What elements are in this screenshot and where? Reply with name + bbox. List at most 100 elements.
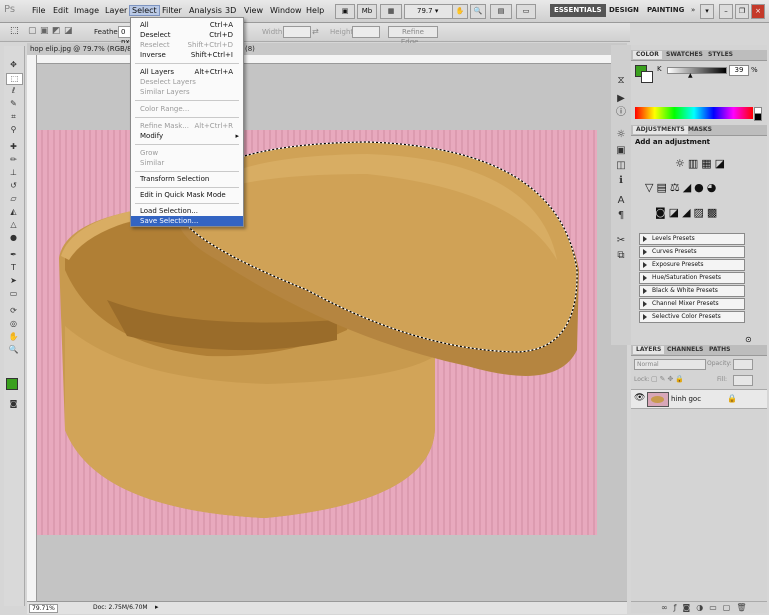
preset-curves[interactable]: Curves Presets bbox=[639, 246, 745, 258]
menu-item-deselect[interactable]: Deselect Ctrl+D bbox=[131, 30, 243, 40]
workspace-essentials[interactable]: ESSENTIALS bbox=[550, 4, 606, 17]
sun-icon[interactable]: ☼ bbox=[615, 129, 627, 141]
height-input[interactable] bbox=[352, 26, 380, 38]
adjustment-icons-row-1[interactable]: ☼▥▦◪ bbox=[675, 157, 728, 170]
character-panel-icon[interactable]: A bbox=[615, 195, 627, 207]
tab-adjustments[interactable]: ADJUSTMENTS bbox=[633, 126, 688, 134]
info-panel-icon[interactable]: ⓘ bbox=[615, 107, 627, 119]
workspace-painting[interactable]: PAINTING bbox=[643, 4, 688, 17]
black-swatch[interactable] bbox=[754, 113, 762, 121]
width-input[interactable] bbox=[283, 26, 311, 38]
opacity-input[interactable] bbox=[733, 359, 753, 370]
paint-bucket-tool-icon[interactable]: ◭ bbox=[6, 207, 21, 217]
history-brush-tool-icon[interactable]: ↺ bbox=[6, 181, 21, 191]
eyedropper-tool-icon[interactable]: ⚲ bbox=[6, 125, 21, 135]
zoom-tool-icon[interactable]: 🔍 bbox=[6, 345, 21, 355]
blur-tool-icon[interactable]: △ bbox=[6, 220, 21, 230]
channel-value-input[interactable]: 39 bbox=[729, 65, 749, 76]
menu-item-load-selection[interactable]: Load Selection... bbox=[131, 206, 243, 216]
status-menu-arrow-icon[interactable]: ▸ bbox=[155, 603, 159, 611]
arrange-documents-icon[interactable]: ▤ bbox=[490, 4, 512, 19]
swap-dimensions-icon[interactable]: ⇄ bbox=[312, 27, 319, 36]
menu-view[interactable]: View bbox=[242, 6, 265, 15]
document-image[interactable] bbox=[37, 130, 597, 535]
menu-layer[interactable]: Layer bbox=[103, 6, 129, 15]
mini-bridge-icon[interactable]: Mb bbox=[357, 4, 377, 19]
restore-icon[interactable]: ❐ bbox=[735, 4, 749, 19]
brush-tool-icon[interactable]: ✏ bbox=[6, 155, 21, 165]
pen-tool-icon[interactable]: ✒ bbox=[6, 250, 21, 260]
path-selection-tool-icon[interactable]: ➤ bbox=[6, 276, 21, 286]
lasso-tool-icon[interactable]: ℓ bbox=[6, 86, 21, 96]
marquee-tool-preset-icon[interactable]: ⬚ bbox=[10, 26, 19, 36]
workspace-design[interactable]: DESIGN bbox=[605, 4, 643, 17]
adjustment-icons-row-2[interactable]: ▽▤⚖◢●◕ bbox=[645, 181, 719, 194]
preset-selective-color[interactable]: Selective Color Presets bbox=[639, 311, 745, 323]
move-tool-icon[interactable]: ✥ bbox=[6, 60, 21, 70]
adjustment-icons-row-3[interactable]: ◙◪◢▨▩ bbox=[655, 206, 720, 219]
menu-window[interactable]: Window bbox=[268, 6, 304, 15]
menu-item-quick-mask[interactable]: Edit in Quick Mask Mode bbox=[131, 190, 243, 200]
blend-mode-select[interactable]: Normal bbox=[634, 359, 706, 370]
fill-input[interactable] bbox=[733, 375, 753, 386]
preset-black-white[interactable]: Black & White Presets bbox=[639, 285, 745, 297]
eraser-tool-icon[interactable]: ▱ bbox=[6, 194, 21, 204]
paragraph-panel-icon[interactable]: ¶ bbox=[615, 210, 627, 222]
menu-help[interactable]: Help bbox=[304, 6, 326, 15]
tool-presets-icon[interactable]: ✂ bbox=[615, 235, 627, 247]
menu-select[interactable]: Select bbox=[129, 5, 160, 16]
color-panel-background-swatch[interactable] bbox=[641, 71, 653, 83]
color-spectrum-ramp[interactable] bbox=[635, 107, 753, 119]
subtract-selection-icon[interactable]: ◩ bbox=[52, 26, 61, 36]
navigator-panel-icon[interactable]: ▣ bbox=[615, 145, 627, 157]
quick-selection-tool-icon[interactable]: ✎ bbox=[6, 99, 21, 109]
tab-color[interactable]: COLOR bbox=[633, 51, 662, 59]
foreground-color-swatch[interactable] bbox=[6, 378, 18, 390]
more-workspaces-icon[interactable]: » bbox=[687, 4, 699, 17]
view-extras-icon[interactable]: ▦ bbox=[380, 4, 402, 19]
clone-source-icon[interactable]: ⧉ bbox=[615, 250, 627, 262]
intersect-selection-icon[interactable]: ◪ bbox=[64, 26, 73, 36]
add-selection-icon[interactable]: ▣ bbox=[40, 26, 49, 36]
menu-edit[interactable]: Edit bbox=[51, 6, 71, 15]
actions-panel-icon[interactable]: ▶ bbox=[615, 93, 627, 105]
preset-channel-mixer[interactable]: Channel Mixer Presets bbox=[639, 298, 745, 310]
menu-analysis[interactable]: Analysis bbox=[187, 6, 224, 15]
info-icon[interactable]: ℹ bbox=[615, 175, 627, 187]
tab-paths[interactable]: PATHS bbox=[706, 346, 733, 354]
close-icon[interactable]: × bbox=[751, 4, 765, 19]
marquee-tool-icon[interactable]: ⬚ bbox=[6, 73, 23, 85]
tab-styles[interactable]: STYLES bbox=[705, 51, 736, 59]
hand-tool-icon[interactable]: ✋ bbox=[6, 332, 21, 342]
document-title[interactable]: hop elip.jpg @ 79.7% (RGB/8) bbox=[30, 45, 134, 53]
minimize-icon[interactable]: – bbox=[719, 4, 733, 19]
visibility-eye-icon[interactable]: 👁 bbox=[634, 393, 645, 403]
crop-tool-icon[interactable]: ⌗ bbox=[6, 112, 21, 122]
tab-swatches[interactable]: SWATCHES bbox=[663, 51, 706, 59]
menu-item-all-layers[interactable]: All Layers Alt+Ctrl+A bbox=[131, 67, 243, 77]
menu-item-inverse[interactable]: Inverse Shift+Ctrl+I bbox=[131, 50, 243, 60]
channel-slider[interactable] bbox=[667, 67, 727, 74]
layer-row[interactable]: 👁 hinh goc 🔒 bbox=[631, 389, 767, 409]
slider-thumb-icon[interactable]: ▲ bbox=[688, 72, 693, 79]
menu-file[interactable]: File bbox=[30, 6, 47, 15]
quick-mask-icon[interactable]: ◙ bbox=[6, 399, 21, 409]
menu-item-transform-selection[interactable]: Transform Selection bbox=[131, 174, 243, 184]
history-panel-icon[interactable]: ⧖ bbox=[615, 75, 627, 87]
type-tool-icon[interactable]: T bbox=[6, 263, 21, 273]
screen-mode-icon[interactable]: ▭ bbox=[516, 4, 536, 19]
launch-bridge-icon[interactable]: ▣ bbox=[335, 4, 355, 19]
menu-image[interactable]: Image bbox=[72, 6, 101, 15]
3d-rotate-tool-icon[interactable]: ⟳ bbox=[6, 306, 21, 316]
menu-3d[interactable]: 3D bbox=[223, 6, 238, 15]
preset-exposure[interactable]: Exposure Presets bbox=[639, 259, 745, 271]
hand-icon[interactable]: ✋ bbox=[452, 4, 468, 19]
adjustment-panel-footer-icon[interactable]: ⊙ bbox=[745, 335, 752, 344]
dodge-tool-icon[interactable]: ● bbox=[6, 233, 21, 243]
preset-levels[interactable]: Levels Presets bbox=[639, 233, 745, 245]
healing-brush-tool-icon[interactable]: ✚ bbox=[6, 142, 21, 152]
tab-layers[interactable]: LAYERS bbox=[633, 346, 665, 354]
menu-item-save-selection[interactable]: Save Selection... bbox=[131, 216, 243, 226]
zoom-icon[interactable]: 🔍 bbox=[470, 4, 486, 19]
menu-item-all[interactable]: All Ctrl+A bbox=[131, 20, 243, 30]
